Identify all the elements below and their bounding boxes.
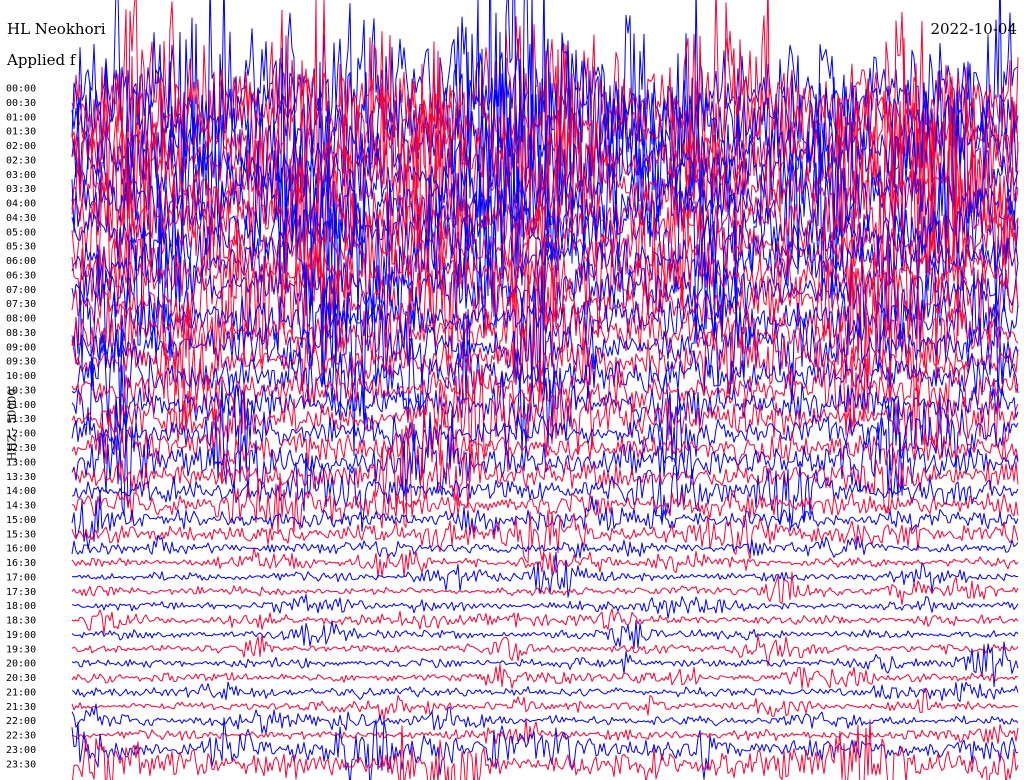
time-tick-label: 18:00 xyxy=(6,601,36,612)
time-tick-label: 00:00 xyxy=(6,84,36,95)
filter-label: Applied f xyxy=(7,51,76,69)
seismic-trace-2130 xyxy=(71,688,1019,721)
time-tick-label: 16:00 xyxy=(6,544,36,555)
time-tick-label: 08:30 xyxy=(6,328,36,339)
channel-label: HHZ - 50000 xyxy=(5,388,19,462)
time-tick-label: 04:30 xyxy=(6,213,36,224)
seismic-trace-1830 xyxy=(71,608,1019,634)
seismic-trace-2300 xyxy=(71,717,1019,780)
time-tick-label: 14:30 xyxy=(6,501,36,512)
time-tick-label: 01:30 xyxy=(6,127,36,138)
time-tick-label: 21:30 xyxy=(6,702,36,713)
time-tick-label: 13:30 xyxy=(6,472,36,483)
seismic-trace-2030 xyxy=(71,663,1019,689)
time-tick-label: 05:00 xyxy=(6,227,36,238)
time-tick-label: 08:00 xyxy=(6,314,36,325)
helicorder-plot: 00:00 00:30 01:00 01:30 02:00 02:30 03:00 03:30… xyxy=(6,0,1019,780)
time-tick-label: 19:00 xyxy=(6,630,36,641)
time-tick-label: 15:30 xyxy=(6,529,36,540)
time-tick-label: 04:00 xyxy=(6,199,36,210)
seismic-trace-1930 xyxy=(71,633,1019,667)
time-tick-label: 09:00 xyxy=(6,342,36,353)
time-tick-label: 05:30 xyxy=(6,242,36,253)
time-tick-label: 09:30 xyxy=(6,357,36,368)
time-tick-label: 16:30 xyxy=(6,558,36,569)
time-tick-label: 07:00 xyxy=(6,285,36,296)
time-tick-label: 20:30 xyxy=(6,673,36,684)
time-tick-label: 03:30 xyxy=(6,184,36,195)
seismic-trace-2100 xyxy=(71,681,1019,703)
time-tick-label: 06:00 xyxy=(6,256,36,267)
time-tick-label: 15:00 xyxy=(6,515,36,526)
date-label: 2022-10-04 xyxy=(930,20,1017,38)
time-tick-label: 17:00 xyxy=(6,572,36,583)
station-title: HL Neokhori xyxy=(7,20,106,38)
seismic-trace-1800 xyxy=(71,593,1019,619)
time-tick-label: 17:30 xyxy=(6,587,36,598)
time-tick-label: 10:00 xyxy=(6,371,36,382)
time-tick-label: 23:30 xyxy=(6,759,36,770)
time-tick-label: 20:00 xyxy=(6,659,36,670)
time-tick-label: 02:30 xyxy=(6,155,36,166)
time-tick-label: 23:00 xyxy=(6,745,36,756)
time-tick-label: 14:00 xyxy=(6,486,36,497)
time-tick-label: 19:30 xyxy=(6,644,36,655)
time-tick-label: 03:00 xyxy=(6,170,36,181)
time-tick-label: 01:00 xyxy=(6,112,36,123)
time-tick-label: 22:00 xyxy=(6,716,36,727)
time-tick-label: 18:30 xyxy=(6,616,36,627)
seismic-trace-1900 xyxy=(71,620,1019,649)
time-tick-label: 02:00 xyxy=(6,141,36,152)
time-tick-label: 21:00 xyxy=(6,687,36,698)
time-tick-label: 06:30 xyxy=(6,270,36,281)
time-tick-label: 00:30 xyxy=(6,98,36,109)
time-tick-label: 22:30 xyxy=(6,731,36,742)
time-tick-label: 07:30 xyxy=(6,299,36,310)
